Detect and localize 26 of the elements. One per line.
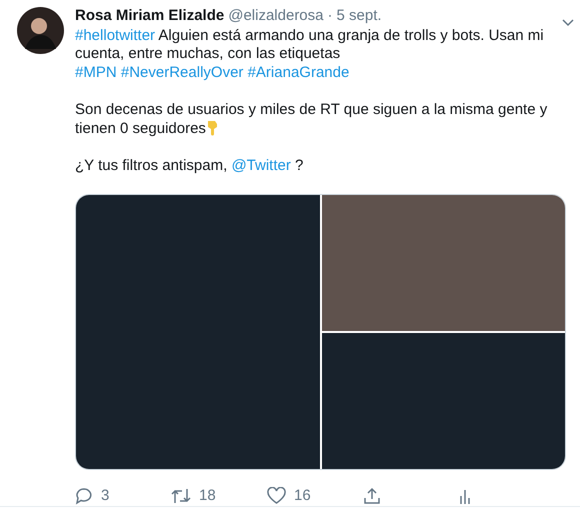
media-tile[interactable]	[76, 194, 320, 469]
analytics-icon[interactable]	[459, 488, 471, 504]
author-name[interactable]: Rosa Miriam Elizalde	[75, 7, 224, 26]
tweet-date[interactable]: 5 sept.	[336, 7, 382, 26]
like-count: 16	[294, 486, 311, 506]
reply-icon[interactable]	[75, 486, 93, 505]
tweet-text: #hellotwitter Alguien está armando una granja de trolls y bots. Usan mi cuenta, entre muchas, con las etiquetas #MPN #NeverReallyOver #ArianaGrande	[75, 26, 545, 82]
media-tile[interactable]	[322, 194, 565, 331]
heart-icon[interactable]	[267, 487, 286, 504]
reply-count: 3	[101, 486, 110, 506]
media-tile[interactable]	[322, 332, 565, 469]
tweet-text: Son decenas de usuarios y miles de RT que siguen a la misma gente y tienen 0 seguidores	[75, 100, 548, 138]
author-handle[interactable]: @elizalderosa	[228, 7, 324, 26]
pointing-down-hand-icon	[206, 120, 219, 136]
avatar-icon[interactable]	[17, 7, 64, 54]
hashtag-link[interactable]: #MPN	[75, 64, 117, 81]
separator-dot: ·	[328, 7, 332, 26]
share-icon[interactable]	[363, 486, 381, 505]
retweet-count: 18	[199, 486, 216, 506]
mention-link[interactable]: @Twitter	[231, 156, 291, 174]
tweet-text: ¿Y tus filtros antispam, @Twitter ?	[75, 156, 304, 176]
chevron-down-icon[interactable]	[562, 19, 574, 28]
retweet-icon[interactable]	[171, 486, 191, 505]
hashtag-link[interactable]: #NeverReallyOver	[120, 64, 244, 81]
hashtag-link[interactable]: #ArianaGrande	[248, 64, 350, 81]
hashtag-link[interactable]: #hellotwitter	[75, 26, 156, 44]
